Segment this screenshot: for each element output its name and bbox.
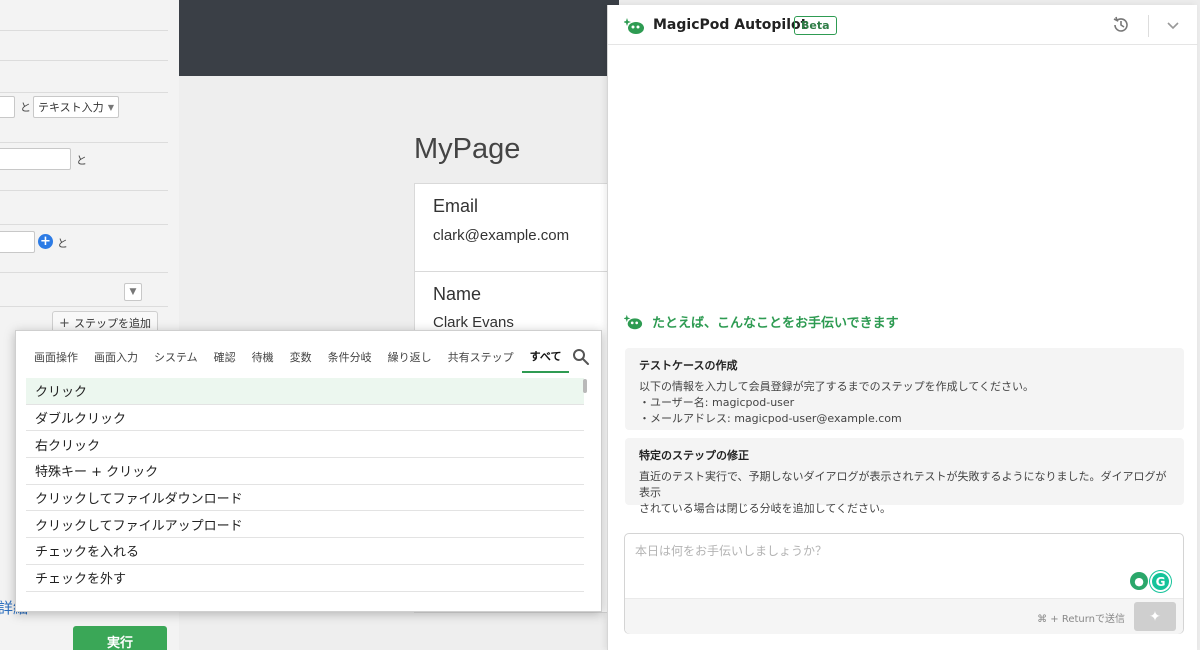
chevron-down-icon[interactable] <box>1165 17 1181 33</box>
suggestions-heading: たとえば、こんなことをお手伝いできます <box>624 312 899 331</box>
tab-shared-step[interactable]: 共有ステップ <box>440 341 522 373</box>
suggestion-card-line: 直近のテスト実行で、予期しないダイアログが表示されテストが失敗するようになりまし… <box>639 470 1167 499</box>
email-value: clark@example.com <box>433 227 570 244</box>
add-param-icon[interactable]: + <box>38 234 53 249</box>
search-icon[interactable] <box>571 347 591 367</box>
command-item-check[interactable]: チェックを入れる <box>26 538 584 565</box>
row-divider <box>0 142 168 143</box>
tab-screen-operation[interactable]: 画面操作 <box>26 341 86 373</box>
tab-all[interactable]: すべて <box>521 341 570 373</box>
command-item-right-click[interactable]: 右クリック <box>26 431 584 459</box>
suggestion-card-fix-step[interactable]: 特定のステップの修正 直近のテスト実行で、予期しないダイアログが表示されテストが… <box>625 438 1184 515</box>
row-divider <box>0 224 168 225</box>
add-step-label: ステップを追加 <box>73 317 151 330</box>
chat-input[interactable] <box>635 542 1115 592</box>
beta-badge: Beta <box>794 16 837 35</box>
row-divider <box>0 60 168 61</box>
autopilot-robot-icon <box>624 314 643 329</box>
chat-input-box: ● G ⌘ + Returnで送信 ✦ <box>624 533 1184 634</box>
row-divider <box>0 92 168 93</box>
chevron-down-icon[interactable]: ▼ <box>124 283 142 301</box>
send-button[interactable]: ✦ <box>1134 602 1176 631</box>
suggestion-card-line: ・メールアドレス: magicpod-user@example.com <box>639 412 902 425</box>
value-input[interactable] <box>0 148 71 170</box>
row-divider <box>0 306 168 307</box>
autopilot-header: MagicPod Autopilot Beta <box>608 5 1198 45</box>
extension-bulb-icon[interactable]: ● <box>1130 572 1148 590</box>
header-divider <box>1148 15 1149 37</box>
command-list-scrollbar[interactable] <box>583 379 587 393</box>
command-list: クリック ダブルクリック 右クリック 特殊キー + クリック クリックしてファイ… <box>26 378 584 603</box>
autopilot-panel: MagicPod Autopilot Beta たとえば、こんなことをお手伝いで… <box>607 5 1198 650</box>
command-item-uncheck[interactable]: チェックを外す <box>26 565 584 592</box>
chevron-down-icon: ▼ <box>107 102 114 112</box>
autopilot-title: MagicPod Autopilot <box>653 17 808 33</box>
tab-screen-input[interactable]: 画面入力 <box>86 341 146 373</box>
preview-page-title: MyPage <box>414 133 521 165</box>
command-item-modifier-click[interactable]: 特殊キー + クリック <box>26 458 584 485</box>
param-input[interactable] <box>0 231 35 253</box>
tab-conditional[interactable]: 条件分岐 <box>320 341 380 373</box>
and-label: と <box>76 154 87 167</box>
suggestion-card-line: されている場合は閉じる分岐を追加してください。 <box>639 502 892 515</box>
card-divider <box>415 271 625 272</box>
command-category-tabs: 画面操作 画面入力 システム 確認 待機 変数 条件分岐 繰り返し 共有ステップ… <box>26 341 591 373</box>
row-divider <box>0 190 168 191</box>
text-input-select[interactable]: テキスト入力 ▼ <box>33 96 119 118</box>
autopilot-robot-icon <box>624 18 644 34</box>
command-item-click[interactable]: クリック <box>26 378 584 405</box>
email-label: Email <box>433 196 479 216</box>
send-shortcut-hint: ⌘ + Returnで送信 <box>1037 614 1125 625</box>
text-input-select-value: テキスト入力 <box>38 101 104 114</box>
suggestions-title: たとえば、こんなことをお手伝いできます <box>652 316 899 331</box>
locator-input[interactable] <box>0 96 15 118</box>
suggestion-card-line: ・ユーザー名: magicpod-user <box>639 396 795 409</box>
command-item-double-click[interactable]: ダブルクリック <box>26 405 584 432</box>
row-divider <box>0 30 168 31</box>
tab-wait[interactable]: 待機 <box>244 341 282 373</box>
tab-variable[interactable]: 変数 <box>282 341 320 373</box>
command-picker-popup: 画面操作 画面入力 システム 確認 待機 変数 条件分岐 繰り返し 共有ステップ… <box>15 330 602 612</box>
row-divider <box>0 272 168 273</box>
plus-icon: + <box>59 315 70 331</box>
tab-system[interactable]: システム <box>146 341 206 373</box>
preview-header <box>179 0 619 76</box>
suggestion-card-line: 以下の情報を入力して会員登録が完了するまでのステップを作成してください。 <box>639 380 1035 393</box>
grammarly-icon[interactable]: G <box>1150 571 1171 592</box>
suggestion-card-title: テストケースの作成 <box>639 359 738 372</box>
command-item-click-download[interactable]: クリックしてファイルダウンロード <box>26 485 584 512</box>
history-icon[interactable] <box>1112 16 1130 34</box>
chat-input-footer: ⌘ + Returnで送信 ✦ <box>625 598 1183 634</box>
and-label: と <box>57 237 68 250</box>
command-item-click-upload[interactable]: クリックしてファイルアップロード <box>26 511 584 539</box>
and-label: と <box>20 101 31 114</box>
name-value: Clark Evans <box>433 314 514 331</box>
tab-assertion[interactable]: 確認 <box>206 341 244 373</box>
tab-loop[interactable]: 繰り返し <box>380 341 440 373</box>
suggestion-card-title: 特定のステップの修正 <box>639 449 749 462</box>
run-button[interactable]: 実行 <box>73 626 167 650</box>
sparkle-icon: ✦ <box>1149 608 1161 625</box>
suggestion-card-create-testcase[interactable]: テストケースの作成 以下の情報を入力して会員登録が完了するまでのステップを作成し… <box>625 348 1184 430</box>
name-label: Name <box>433 284 482 304</box>
